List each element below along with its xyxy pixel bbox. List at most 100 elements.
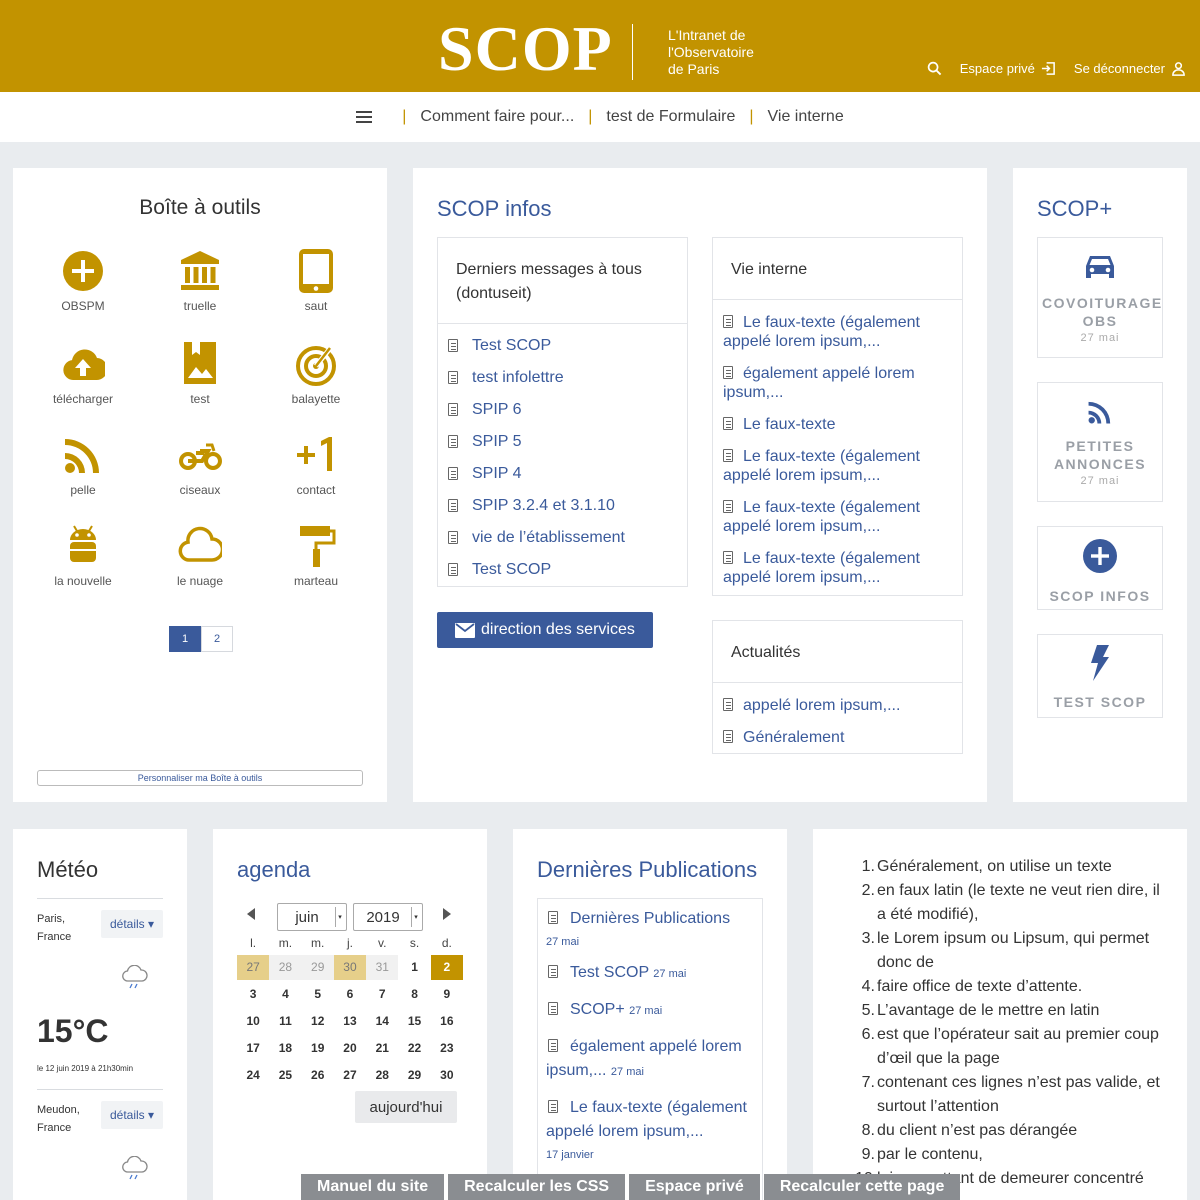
meteo-details-button[interactable]: détails ▾ <box>101 1101 163 1129</box>
espace-prive-link[interactable]: Espace privé <box>960 61 1056 76</box>
today-button[interactable]: aujourd'hui <box>355 1091 457 1123</box>
tool-la-nouvelle[interactable]: la nouvelle <box>33 524 133 588</box>
calendar-day[interactable]: 4 <box>269 982 301 1007</box>
list-item[interactable]: Le faux-texte <box>723 415 952 434</box>
tool-obspm[interactable]: OBSPM <box>33 249 133 313</box>
calendar-day[interactable]: 25 <box>269 1063 301 1088</box>
manuel-du-site-button[interactable]: Manuel du site <box>301 1174 445 1200</box>
nav-item-comment-faire[interactable]: Comment faire pour... <box>420 108 574 126</box>
details-label: détails <box>109 1108 145 1122</box>
calendar-day[interactable]: 14 <box>366 1009 398 1034</box>
direction-services-button[interactable]: direction des services <box>437 612 653 648</box>
calendar-day[interactable]: 27 <box>334 1063 366 1088</box>
meteo-details-button[interactable]: détails ▾ <box>101 910 163 938</box>
calendar-day-today[interactable]: 2 <box>430 955 463 980</box>
list-item[interactable]: également appelé lorem ipsum,... 27 mai <box>546 1035 752 1084</box>
list-item[interactable]: Généralement <box>723 728 952 747</box>
list-item[interactable]: vie de l’établissement <box>448 528 677 547</box>
list-item[interactable]: Test SCOP 27 mai <box>546 961 752 986</box>
divider <box>37 1089 163 1090</box>
tool-balayette[interactable]: balayette <box>266 342 366 406</box>
page-2-button[interactable]: 2 <box>201 626 233 652</box>
list-item[interactable]: Le faux-texte (également appelé lorem ip… <box>723 447 952 485</box>
customize-toolbox-button[interactable]: Personnaliser ma Boîte à outils <box>37 770 363 786</box>
calendar-day[interactable]: 24 <box>237 1063 269 1088</box>
calendar-day[interactable]: 18 <box>269 1036 301 1061</box>
prev-month-arrow-icon[interactable] <box>247 908 255 920</box>
calendar-day[interactable]: 20 <box>334 1036 366 1061</box>
tool-telecharger[interactable]: télécharger <box>33 342 133 406</box>
calendar-day[interactable]: 26 <box>302 1063 334 1088</box>
list-item[interactable]: SPIP 5 <box>448 432 677 451</box>
calendar-day[interactable]: 12 <box>302 1009 334 1034</box>
calendar-day[interactable]: 19 <box>302 1036 334 1061</box>
calendar-day[interactable]: 30 <box>431 1063 463 1088</box>
list-item[interactable]: Le faux-texte (également appelé lorem ip… <box>723 313 952 351</box>
tool-test[interactable]: test <box>150 342 250 406</box>
calendar-day[interactable]: 15 <box>398 1009 430 1034</box>
calendar-day[interactable]: 30 <box>333 955 367 980</box>
calendar-day[interactable]: 29 <box>301 955 334 980</box>
tool-ciseaux[interactable]: ciseaux <box>150 433 250 497</box>
list-item[interactable]: Le faux-texte (également appelé lorem ip… <box>723 549 952 587</box>
list-item[interactable]: SPIP 6 <box>448 400 677 419</box>
nav-item-vie-interne[interactable]: Vie interne <box>768 108 844 126</box>
year-select[interactable]: 2019 ▾ <box>353 903 423 931</box>
calendar-day[interactable]: 3 <box>237 982 269 1007</box>
list-item-label: également appelé lorem ipsum,... <box>723 365 915 401</box>
list-item[interactable]: appelé lorem ipsum,... <box>723 696 952 715</box>
calendar-day[interactable]: 8 <box>398 982 430 1007</box>
tool-saut[interactable]: saut <box>266 249 366 313</box>
list-item[interactable]: Test SCOP <box>448 560 677 579</box>
document-icon <box>723 417 733 430</box>
calendar-day[interactable]: 13 <box>334 1009 366 1034</box>
calendar-day[interactable]: 27 <box>237 955 270 980</box>
calendar-day[interactable]: 21 <box>366 1036 398 1061</box>
tool-marteau[interactable]: marteau <box>266 524 366 588</box>
calendar-day[interactable]: 28 <box>366 1063 398 1088</box>
list-item[interactable]: SPIP 3.2.4 et 3.1.10 <box>448 496 677 515</box>
hamburger-menu-icon[interactable] <box>356 111 373 123</box>
tool-truelle[interactable]: truelle <box>150 249 250 313</box>
list-item[interactable]: Le faux-texte (également appelé lorem ip… <box>723 498 952 536</box>
list-item[interactable]: Le faux-texte (également appelé lorem ip… <box>546 1096 752 1162</box>
tagline-line: l'Observatoire <box>668 44 754 60</box>
scop-plus-card-test-scop[interactable]: TEST SCOP <box>1037 634 1163 718</box>
calendar-day[interactable]: 5 <box>302 982 334 1007</box>
list-item[interactable]: Test SCOP <box>448 336 677 355</box>
list-item[interactable]: test infolettre <box>448 368 677 387</box>
calendar-day[interactable]: 9 <box>431 982 463 1007</box>
tool-pelle[interactable]: pelle <box>33 433 133 497</box>
recalculer-css-button[interactable]: Recalculer les CSS <box>448 1174 626 1200</box>
page-1-button[interactable]: 1 <box>169 626 201 652</box>
calendar-day[interactable]: 29 <box>398 1063 430 1088</box>
calendar-day[interactable]: 6 <box>334 982 366 1007</box>
logout-link[interactable]: Se déconnecter <box>1074 61 1186 76</box>
calendar-day[interactable]: 7 <box>366 982 398 1007</box>
recalculer-page-button[interactable]: Recalculer cette page <box>763 1174 961 1200</box>
espace-prive-button[interactable]: Espace privé <box>629 1174 760 1200</box>
calendar-day[interactable]: 17 <box>237 1036 269 1061</box>
month-select[interactable]: juin ▾ <box>277 903 347 931</box>
calendar-day[interactable]: 22 <box>398 1036 430 1061</box>
calendar-day[interactable]: 16 <box>431 1009 463 1034</box>
calendar-day[interactable]: 28 <box>269 955 302 980</box>
calendar-day[interactable]: 31 <box>366 955 399 980</box>
nav-item-test-formulaire[interactable]: test de Formulaire <box>606 108 735 126</box>
search-button[interactable] <box>927 61 942 76</box>
tool-le-nuage[interactable]: le nuage <box>150 524 250 588</box>
calendar-day[interactable]: 1 <box>398 955 430 980</box>
list-item[interactable]: SCOP+ 27 mai <box>546 998 752 1023</box>
list-item[interactable]: également appelé lorem ipsum,... <box>723 364 952 402</box>
calendar-day[interactable]: 23 <box>431 1036 463 1061</box>
calendar-day[interactable]: 10 <box>237 1009 269 1034</box>
next-month-arrow-icon[interactable] <box>443 908 451 920</box>
tool-contact[interactable]: contact <box>266 433 366 497</box>
scop-plus-card-covoiturage[interactable]: COVOITURAGE OBS 27 mai <box>1037 237 1163 358</box>
list-item[interactable]: Dernières Publications 27 mai <box>546 907 752 949</box>
list-item[interactable]: SPIP 4 <box>448 464 677 483</box>
site-logo[interactable]: SCOP <box>438 17 613 81</box>
scop-plus-card-scop-infos[interactable]: SCOP INFOS <box>1037 526 1163 610</box>
calendar-day[interactable]: 11 <box>269 1009 301 1034</box>
scop-plus-card-petites-annonces[interactable]: PETITES ANNONCES 27 mai <box>1037 382 1163 502</box>
